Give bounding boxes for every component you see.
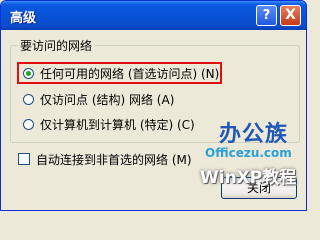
- radio-access-point-only[interactable]: 仅访问点 (结构) 网络 (A): [23, 90, 174, 108]
- radio-computer-to-computer[interactable]: 仅计算机到计算机 (特定) (C): [23, 115, 195, 133]
- radio-label: 仅计算机到计算机 (特定) (C): [40, 117, 195, 132]
- radio-label: 仅访问点 (结构) 网络 (A): [40, 92, 175, 107]
- dialog-title: 高级: [10, 11, 37, 26]
- watermark-site: Officezu.com: [205, 146, 292, 160]
- auto-connect-option[interactable]: 自动连接到非首选的网络 (M): [18, 150, 192, 168]
- radio-button-selected[interactable]: [23, 67, 34, 79]
- close-button[interactable]: X: [280, 5, 301, 26]
- auto-connect-checkbox[interactable]: [18, 153, 30, 165]
- auto-connect-label: 自动连接到非首选的网络 (M): [36, 152, 192, 167]
- close-dialog-button[interactable]: 关闭: [221, 177, 297, 199]
- radio-any-network[interactable]: 任何可用的网络 (首选访问点) (N): [23, 64, 219, 82]
- help-button[interactable]: ?: [256, 5, 277, 26]
- group-title: 要访问的网络: [17, 37, 96, 54]
- radio-button[interactable]: [23, 118, 34, 130]
- radio-button[interactable]: [23, 93, 34, 105]
- advanced-dialog: 高级 ? X 要访问的网络 任何可用的网络 (首选访问点) (N) 仅访问点 (…: [0, 0, 307, 211]
- radio-label: 任何可用的网络 (首选访问点) (N): [40, 66, 220, 81]
- title-bar[interactable]: 高级 ? X: [1, 1, 306, 30]
